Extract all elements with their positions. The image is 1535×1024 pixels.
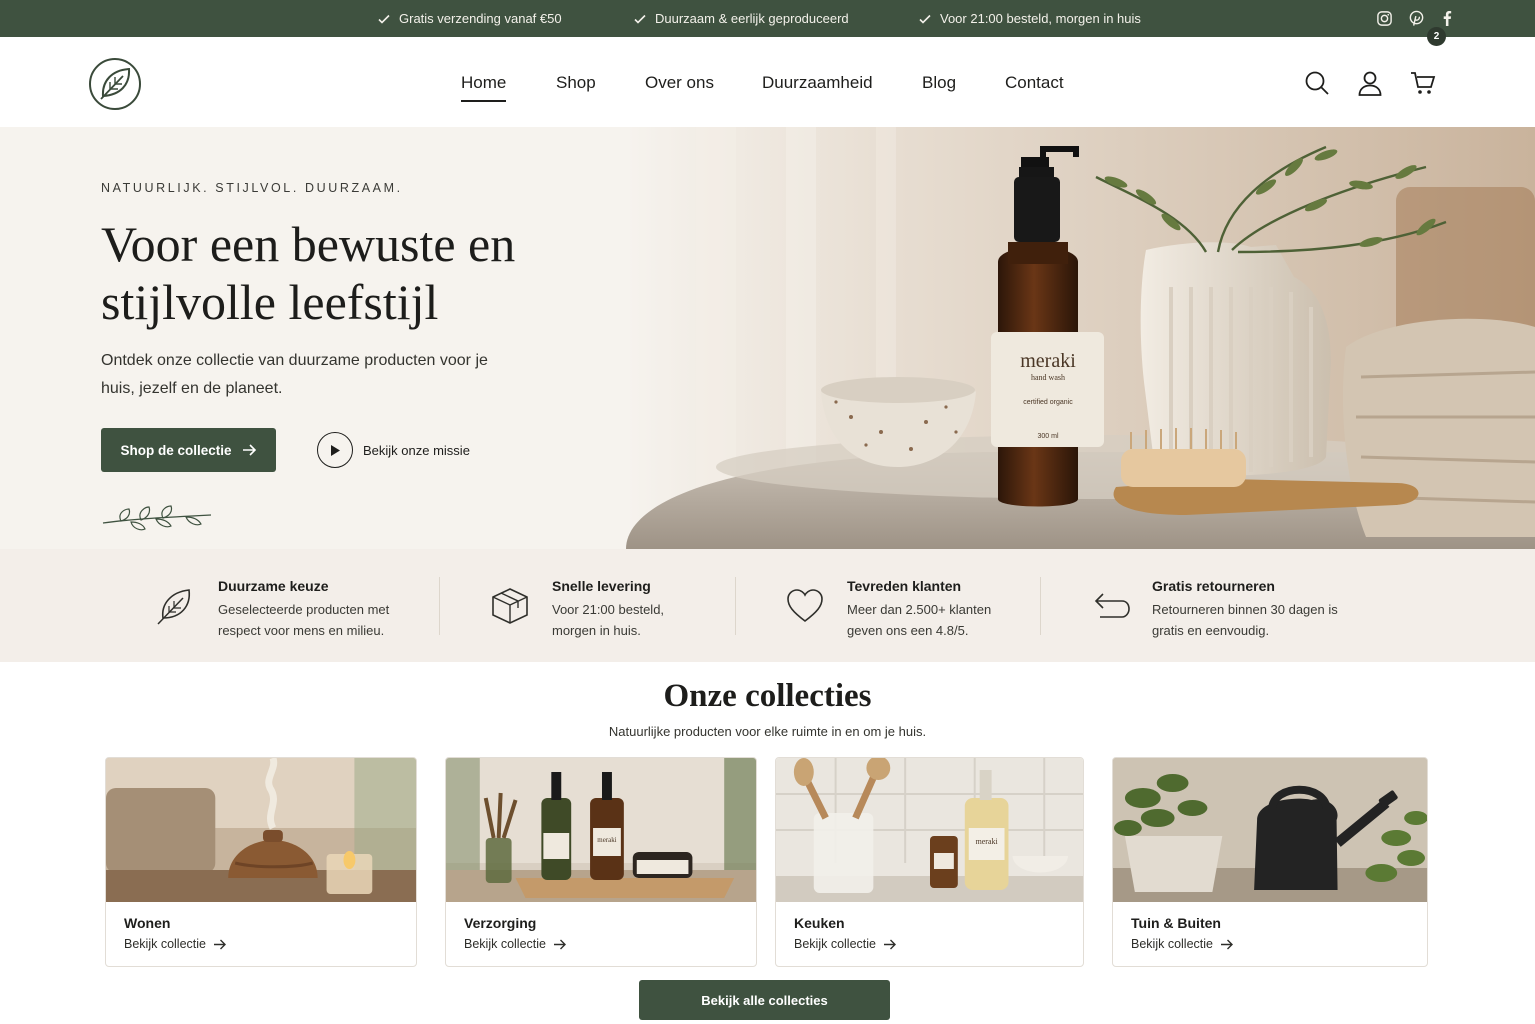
jar-brand-label: meraki — [597, 836, 616, 844]
arrow-right-icon — [1220, 939, 1233, 949]
collection-image — [1113, 758, 1427, 902]
arrow-right-icon — [213, 939, 226, 949]
arrow-right-icon — [883, 939, 896, 949]
bottle-product-label: hand wash — [1031, 373, 1065, 382]
link-label: Bekijk collectie — [124, 937, 206, 951]
hero-eyebrow: NATUURLIJK. STIJLVOL. DUURZAAM. — [101, 181, 403, 195]
nav-duurzaamheid[interactable]: Duurzaamheid — [762, 73, 873, 93]
link-label: Bekijk collectie — [464, 937, 546, 951]
return-icon — [1094, 593, 1130, 618]
instagram-link[interactable] — [1376, 0, 1393, 37]
facebook-icon — [1443, 10, 1452, 27]
announcement-bar: Gratis verzending vanaf €50 Duurzaam & e… — [0, 0, 1535, 37]
collection-name: Verzorging — [464, 915, 537, 931]
bottle-brand-label: meraki — [1020, 350, 1076, 372]
view-collection-link[interactable]: Bekijk collectie — [794, 937, 897, 951]
site-header: Home Shop Over ons Duurzaamheid Blog Con… — [0, 37, 1535, 127]
collection-image: meraki — [776, 758, 1083, 902]
feature-item: Snelle levering Voor 21:00 besteld, morg… — [440, 549, 735, 662]
instagram-icon — [1377, 11, 1392, 26]
usp-free-shipping: Gratis verzending vanaf €50 — [377, 0, 562, 37]
usp-next-day: Voor 21:00 besteld, morgen in huis — [918, 0, 1141, 37]
view-collection-link[interactable]: Bekijk collectie — [1131, 937, 1234, 951]
feature-title: Snelle levering — [552, 578, 651, 594]
link-label: Bekijk collectie — [794, 937, 876, 951]
view-all-collections-button[interactable]: Bekijk alle collecties — [639, 980, 890, 1020]
play-icon — [331, 444, 340, 456]
shop-collection-button[interactable]: Shop de collectie — [101, 428, 276, 472]
feature-text: Retourneren binnen 30 dagen is gratis en… — [1152, 602, 1338, 638]
nav-contact[interactable]: Contact — [1005, 73, 1064, 93]
nav-shop[interactable]: Shop — [556, 73, 596, 93]
collection-image: meraki — [446, 758, 756, 902]
usp-label: Voor 21:00 besteld, morgen in huis — [940, 11, 1141, 26]
pinterest-link[interactable] — [1408, 0, 1425, 37]
link-label: Bekijk collectie — [1131, 937, 1213, 951]
cart-count-badge: 2 — [1427, 27, 1446, 46]
pinterest-icon — [1409, 10, 1424, 26]
button-label: Bekijk onze missie — [363, 442, 470, 458]
heart-icon — [787, 589, 823, 623]
feature-title: Duurzame keuze — [218, 578, 329, 594]
collection-card-keuken[interactable]: meraki Keuken Bekijk collectie — [775, 757, 1084, 967]
hero-section: meraki hand wash certified organic 300 m… — [0, 127, 1535, 549]
collection-card-wonen[interactable]: Wonen Bekijk collectie — [105, 757, 417, 967]
feature-title: Tevreden klanten — [847, 578, 962, 594]
view-collection-link[interactable]: Bekijk collectie — [124, 937, 227, 951]
bottle-brand-label: meraki — [976, 837, 999, 846]
view-collection-link[interactable]: Bekijk collectie — [464, 937, 567, 951]
usp-sustainable: Duurzaam & eerlijk geproduceerd — [633, 0, 849, 37]
arrow-right-icon — [553, 939, 566, 949]
collection-card-tuin-buiten[interactable]: Tuin & Buiten Bekijk collectie — [1112, 757, 1428, 967]
nav-over-ons[interactable]: Over ons — [645, 73, 714, 93]
usp-label: Gratis verzending vanaf €50 — [399, 11, 562, 26]
nav-home[interactable]: Home — [461, 73, 507, 102]
feature-title: Gratis retourneren — [1152, 578, 1275, 594]
nav-blog[interactable]: Blog — [922, 73, 956, 93]
cart-icon[interactable] — [1410, 70, 1436, 96]
check-icon — [919, 14, 931, 24]
bottle-cert-label: certified organic — [1023, 399, 1073, 406]
play-button-circle — [317, 432, 353, 468]
collection-image — [106, 758, 416, 902]
leaf-logo[interactable] — [88, 57, 142, 111]
arrow-right-icon — [242, 444, 256, 456]
account-icon[interactable] — [1357, 70, 1383, 96]
feature-item: Tevreden klanten Meer dan 2.500+ klanten… — [735, 549, 1040, 662]
feature-item: Duurzame keuze Geselecteerde producten m… — [0, 549, 440, 662]
search-icon[interactable] — [1304, 70, 1330, 96]
check-icon — [378, 14, 390, 24]
collection-name: Wonen — [124, 915, 171, 931]
collections-subtitle: Natuurlijke producten voor elke ruimte i… — [608, 724, 927, 739]
check-icon — [634, 14, 646, 24]
feature-text: Geselecteerde producten met respect voor… — [218, 602, 390, 638]
hero-image: meraki hand wash certified organic 300 m… — [626, 127, 1535, 549]
button-label: Shop de collectie — [120, 442, 232, 458]
hero-subtitle: Ontdek onze collectie van duurzame produ… — [101, 352, 488, 397]
feature-text: Voor 21:00 besteld, morgen in huis. — [552, 602, 665, 638]
feature-text: Meer dan 2.500+ klanten geven ons een 4.… — [847, 602, 992, 638]
feature-item: Gratis retourneren Retourneren binnen 30… — [1040, 549, 1535, 662]
collections-title: Onze collecties — [663, 678, 872, 714]
features-strip: Duurzame keuze Geselecteerde producten m… — [0, 549, 1535, 662]
leaf-icon — [157, 589, 190, 625]
hero-title: Voor een bewuste en stijlvolle leefstijl — [101, 216, 516, 330]
sprig-decoration-icon — [102, 505, 212, 531]
watch-mission-button[interactable]: Bekijk onze missie — [317, 432, 470, 468]
collection-name: Tuin & Buiten — [1131, 915, 1221, 931]
box-icon — [492, 588, 528, 624]
collection-name: Keuken — [794, 915, 845, 931]
bottle-volume-label: 300 ml — [1037, 433, 1058, 440]
usp-label: Duurzaam & eerlijk geproduceerd — [655, 11, 849, 26]
collection-card-verzorging[interactable]: meraki Verzorging Bekijk collectie — [445, 757, 757, 967]
